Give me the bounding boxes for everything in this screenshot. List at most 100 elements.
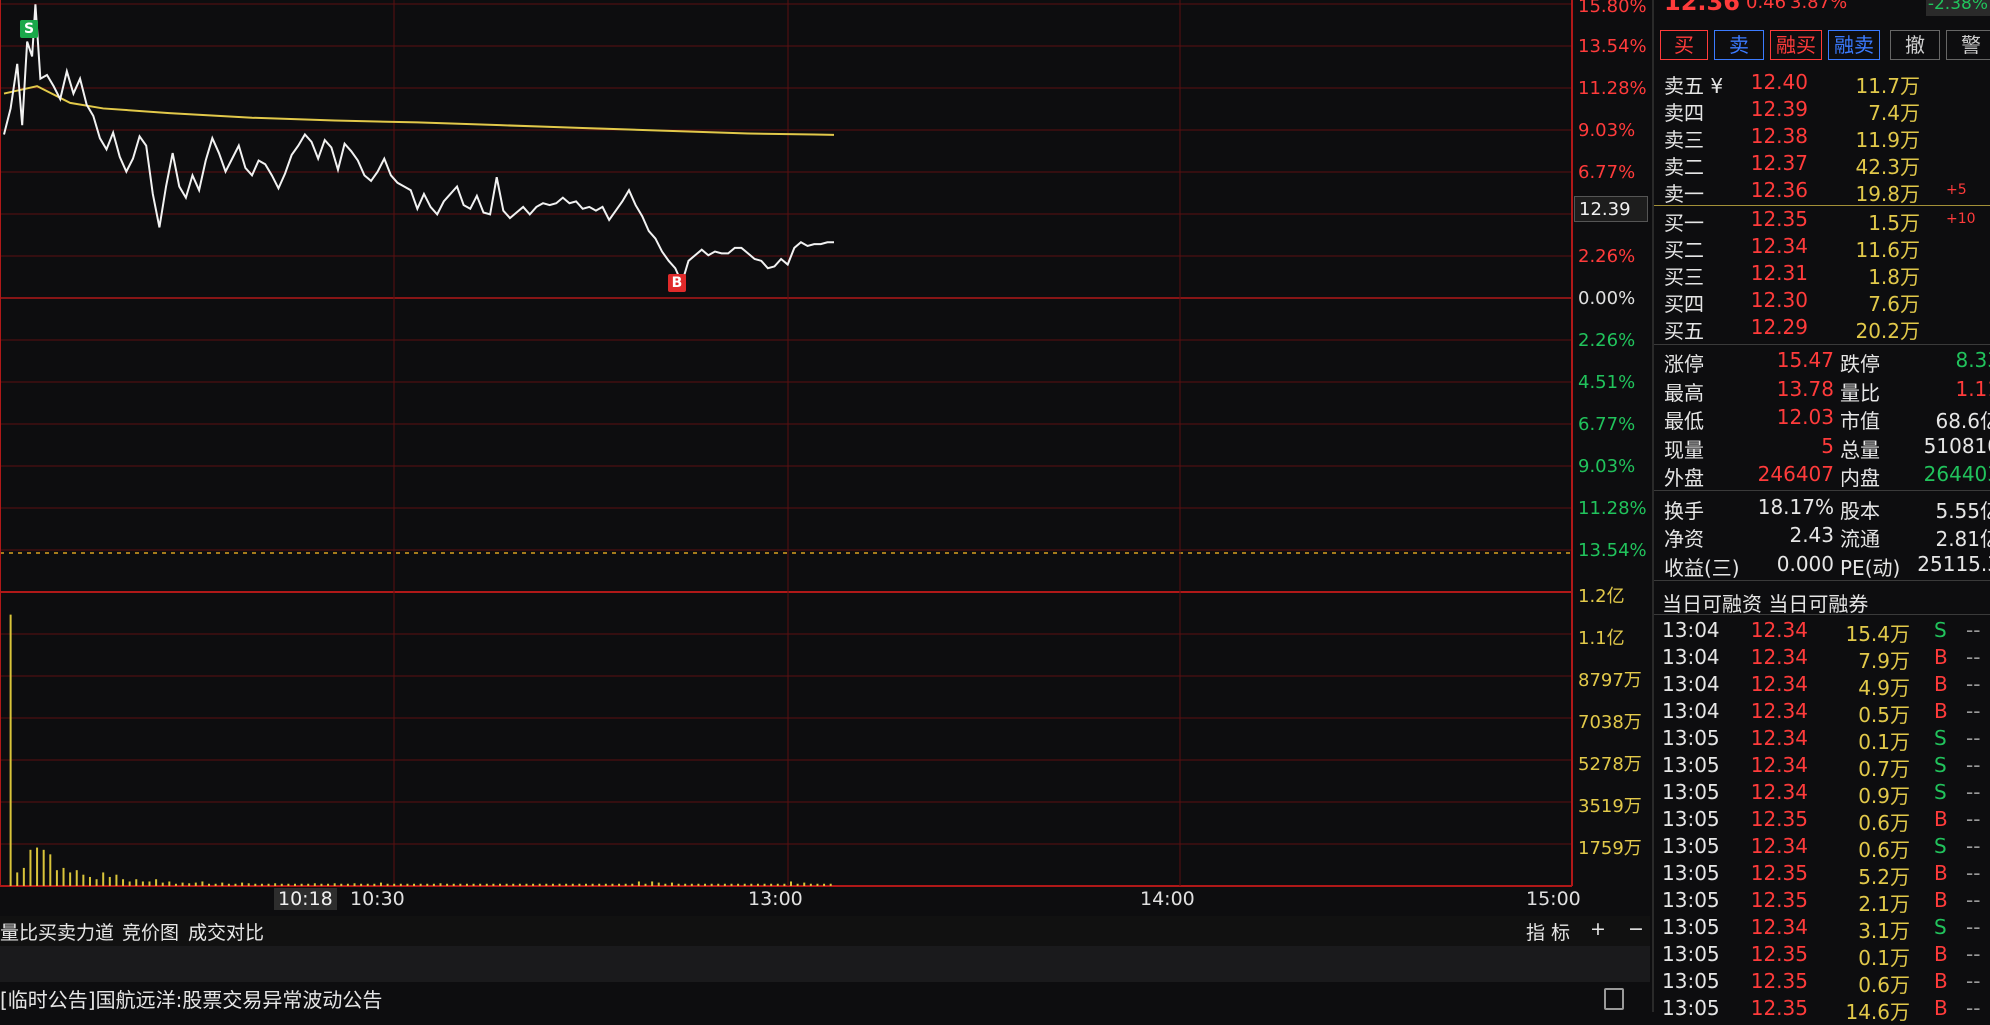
tab-buy-sell-force[interactable]: 买卖力道: [38, 918, 114, 945]
stat-value: 5.55亿: [1935, 498, 1990, 523]
stat-label: 内盘: [1840, 466, 1880, 490]
bid-row[interactable]: 买一 12.35 1.5万 +10: [1654, 207, 1990, 235]
trade-volume: 14.6万: [1845, 1000, 1910, 1024]
level-volume: 42.3万: [1855, 155, 1920, 179]
indicator-tab-bar: 量比 买卖力道 竞价图 成交对比 指 标 + −: [0, 916, 1650, 946]
stat-value: 2.43: [1789, 523, 1834, 547]
ask-row[interactable]: 卖二 12.37 42.3万: [1654, 151, 1990, 179]
trade-volume: 15.4万: [1845, 622, 1910, 646]
news-link[interactable]: [临时公告]国航远洋:股票交易异常波动公告: [0, 984, 382, 1013]
divider: [1654, 490, 1990, 491]
stat-value: 264403: [1923, 462, 1990, 486]
trade-dash: --: [1966, 645, 1981, 669]
level-label: 买五: [1664, 319, 1704, 343]
stat-label: 现量: [1664, 437, 1704, 462]
document-icon[interactable]: [1604, 988, 1624, 1010]
ask-row[interactable]: 卖三 12.38 11.9万: [1654, 124, 1990, 152]
stat-value: 15.47: [1776, 348, 1834, 372]
intraday-chart-area[interactable]: 12.39 S B 15.80% 13.54% 11.28% 9.03% 6.7…: [0, 0, 1650, 1012]
tab-deal-compare[interactable]: 成交对比: [188, 918, 264, 945]
trade-row: 13:05 12.35 5.2万 B --: [1654, 861, 1990, 889]
stat-label: 最高: [1664, 380, 1704, 405]
level-price: 12.40: [1750, 70, 1808, 94]
stat-row: 最高 13.78量比 1.11: [1654, 377, 1990, 405]
trade-side: B: [1934, 699, 1948, 723]
trade-dash: --: [1966, 834, 1981, 858]
time-axis-label: 10:30: [350, 888, 405, 910]
index-change-badge: -2.38%: [1926, 0, 1990, 16]
axis-label: 13.54%: [1578, 540, 1647, 561]
trade-price: 12.34: [1750, 618, 1808, 642]
price-change: 0.46: [1746, 0, 1787, 13]
trade-side: B: [1934, 888, 1948, 912]
trade-row: 13:05 12.35 0.6万 B --: [1654, 969, 1990, 997]
sell-button[interactable]: 卖: [1714, 30, 1764, 60]
stat-label: 涨停: [1664, 352, 1704, 376]
trade-time: 13:05: [1662, 834, 1720, 858]
level-price: 12.36: [1750, 178, 1808, 202]
trade-row: 13:05 12.34 0.1万 S --: [1654, 726, 1990, 754]
ask-row[interactable]: 卖五 ¥ 12.40 11.7万: [1654, 70, 1990, 98]
intraday-chart[interactable]: [0, 0, 1650, 916]
buy-button[interactable]: 买: [1660, 30, 1708, 60]
price-change-percent: 3.87%: [1790, 0, 1848, 13]
trade-side: B: [1934, 861, 1948, 885]
stat-value: 1.11: [1955, 376, 1990, 401]
stat-value: 68.6亿: [1935, 409, 1990, 433]
bid-row[interactable]: 买五 12.29 20.2万: [1654, 315, 1990, 343]
level-label: 买四: [1664, 292, 1704, 316]
short-sell-button[interactable]: 融卖: [1828, 30, 1880, 60]
margin-availability-header: 当日可融资 当日可融券: [1662, 592, 1869, 616]
current-price: 12.36: [1664, 0, 1740, 16]
trade-row: 13:05 12.34 3.1万 S --: [1654, 915, 1990, 943]
stat-label: 市值: [1840, 409, 1880, 433]
level-change: +5: [1946, 182, 1967, 198]
bid-row[interactable]: 买三 12.31 1.8万: [1654, 261, 1990, 289]
zoom-in-button[interactable]: +: [1590, 918, 1606, 940]
trade-time: 13:05: [1662, 807, 1720, 831]
stat-row: 现量 5总量 510810: [1654, 434, 1990, 462]
trade-dash: --: [1966, 753, 1981, 777]
level-change: +10: [1946, 211, 1976, 227]
trade-volume: 5.2万: [1858, 865, 1910, 889]
price-cursor-tag: 12.39: [1574, 196, 1648, 222]
tab-auction[interactable]: 竞价图: [122, 918, 179, 945]
ask-row[interactable]: 卖一 12.36 19.8万 +5: [1654, 178, 1990, 206]
bid-row[interactable]: 买四 12.30 7.6万: [1654, 288, 1990, 316]
zoom-out-button[interactable]: −: [1628, 918, 1644, 940]
stat-label: 量比: [1840, 380, 1880, 405]
trade-price: 12.35: [1750, 996, 1808, 1020]
trade-price: 12.34: [1750, 726, 1808, 750]
divider: [1654, 580, 1990, 581]
volume-axis-label: 1.2亿: [1578, 586, 1625, 607]
stat-value: 12.03: [1776, 405, 1834, 429]
trade-row: 13:05 12.35 0.6万 B --: [1654, 807, 1990, 835]
tab-volume-ratio[interactable]: 量比: [0, 918, 38, 945]
ask-row[interactable]: 卖四 12.39 7.4万: [1654, 97, 1990, 125]
level-price: 12.29: [1750, 315, 1808, 339]
level-volume: 7.4万: [1868, 101, 1920, 125]
margin-buy-button[interactable]: 融买: [1770, 30, 1822, 60]
indicator-button[interactable]: 指 标: [1526, 918, 1570, 945]
stat-label: 净资: [1664, 527, 1704, 551]
trade-volume: 0.7万: [1858, 757, 1910, 781]
indicator-panel: [0, 946, 1650, 982]
trade-dash: --: [1966, 888, 1981, 912]
trade-time: 13:05: [1662, 942, 1720, 966]
time-cursor-label: 10:18: [274, 888, 337, 910]
trade-time: 13:05: [1662, 753, 1720, 777]
trade-row: 13:05 12.35 14.6万 B --: [1654, 996, 1990, 1024]
price-alert-button[interactable]: 警: [1946, 30, 1990, 60]
trade-dash: --: [1966, 942, 1981, 966]
level-volume: 7.6万: [1868, 292, 1920, 316]
volume-axis-label: 3519万: [1578, 796, 1642, 817]
chart-background: [0, 0, 1572, 916]
stat-label: PE(动): [1840, 555, 1901, 580]
trade-price: 12.34: [1750, 915, 1808, 939]
level-label: 买一: [1664, 211, 1704, 235]
cancel-order-button[interactable]: 撤: [1890, 30, 1940, 60]
stat-value: 5: [1821, 433, 1834, 458]
trade-dash: --: [1966, 726, 1981, 750]
divider: [1654, 614, 1990, 615]
bid-row[interactable]: 买二 12.34 11.6万: [1654, 234, 1990, 262]
